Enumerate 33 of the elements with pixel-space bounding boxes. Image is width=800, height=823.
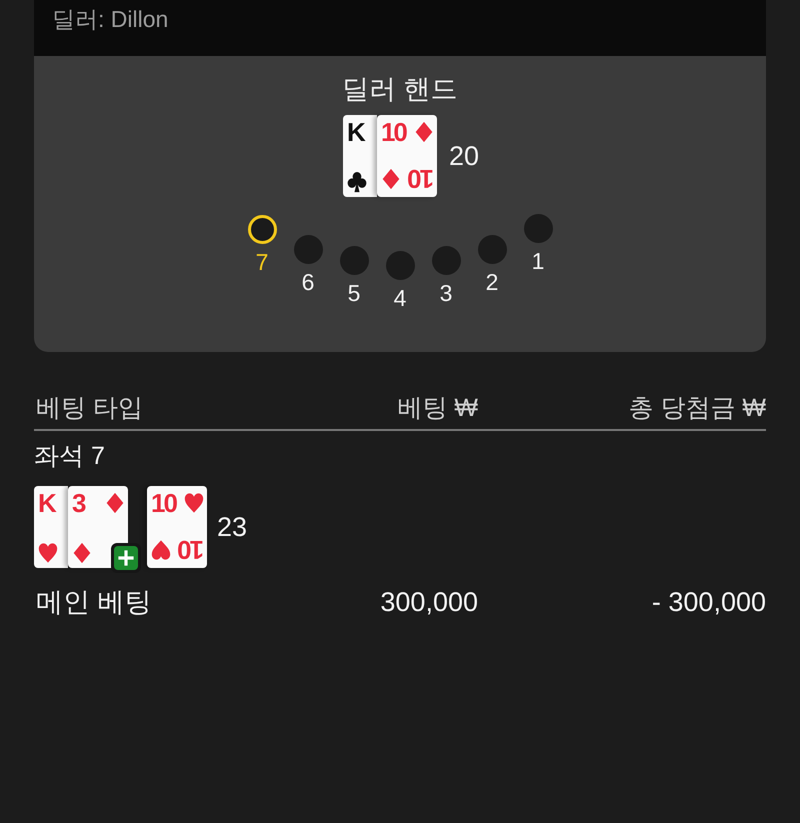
club-icon [346, 171, 367, 193]
hand-title: 딜러 핸드 [342, 73, 458, 106]
seat-number: 7 [256, 249, 268, 275]
diamond-icon [105, 492, 125, 514]
seat-number: 3 [440, 280, 452, 306]
diamond-icon [414, 121, 434, 143]
heart-icon [184, 492, 204, 514]
hand-total: 23 [217, 511, 248, 543]
card-rank: 10 [151, 489, 176, 517]
heart-icon [151, 539, 171, 561]
seat-number: 6 [302, 269, 314, 295]
card-rank: K [38, 489, 55, 517]
diamond-icon [72, 542, 92, 564]
column-header: 베팅 타입 [35, 393, 144, 424]
card-rank: K [346, 118, 364, 146]
seat-label: 좌석 7 [34, 441, 105, 472]
seat-number: 4 [394, 285, 406, 311]
card-rank: 10 [380, 118, 406, 146]
seat-number: 1 [532, 248, 544, 274]
payout-amount: - 300,000 [650, 586, 766, 619]
dealer-name: 딜러: Dillon [52, 5, 168, 33]
column-header: 총 당첨금 ₩ [628, 393, 766, 424]
seat-number: 2 [486, 269, 498, 295]
card-rank: 10 [409, 165, 434, 193]
hand-total: 20 [448, 140, 480, 172]
diamond-icon [380, 168, 401, 190]
card-rank: 3 [72, 489, 84, 517]
column-header: 베팅 ₩ [396, 393, 478, 424]
seat-number: 5 [348, 280, 360, 306]
heart-icon [38, 542, 58, 564]
bet-type: 메인 베팅 [35, 586, 153, 619]
bet-amount: 300,000 [379, 586, 478, 619]
card-rank: 10 [179, 536, 204, 564]
